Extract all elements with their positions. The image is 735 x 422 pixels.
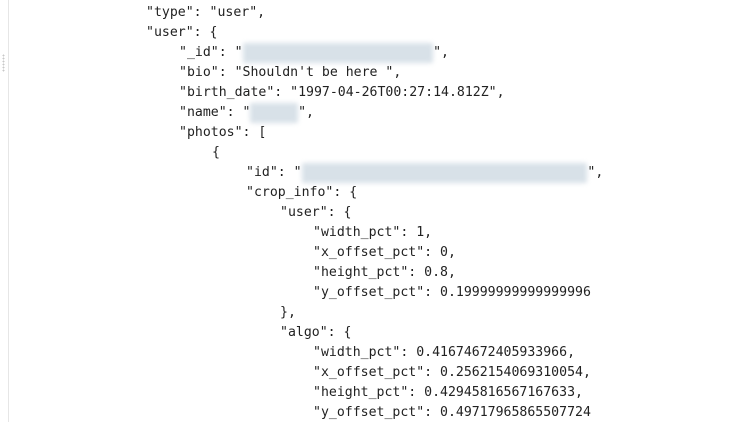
json-text: "user": { bbox=[146, 25, 218, 40]
json-text: "y_offset_pct": 0.19999999999999996 bbox=[313, 285, 591, 300]
json-text: "type": "user", bbox=[146, 5, 266, 20]
json-line: "height_pct": 0.8, bbox=[313, 263, 456, 283]
json-line: "birth_date": "1997-04-26T00:27:14.812Z"… bbox=[179, 83, 505, 103]
json-line: "name": "Linsey", bbox=[179, 103, 314, 123]
json-text: "x_offset_pct": 0.2562154069310054, bbox=[313, 365, 591, 380]
json-line: "user": { bbox=[146, 23, 217, 43]
json-text: "photos": [ bbox=[179, 125, 267, 140]
json-text: "width_pct": 0.41674672405933966, bbox=[313, 345, 576, 360]
json-line: "_id": "5e0fa0811be0000c00af2bd7", bbox=[179, 43, 449, 63]
json-text: "height_pct": 0.8, bbox=[313, 265, 456, 280]
json-text: "x_offset_pct": 0, bbox=[313, 245, 456, 260]
json-text: "bio": "Shouldn't be here ", bbox=[179, 65, 402, 80]
json-text: "width_pct": 1, bbox=[313, 225, 433, 240]
json-line: "photos": [ bbox=[179, 123, 266, 143]
json-line: { bbox=[212, 143, 220, 163]
left-gutter[interactable] bbox=[0, 0, 9, 422]
json-text: ", bbox=[587, 165, 604, 180]
json-text: ", bbox=[298, 105, 314, 120]
json-text: "birth_date": "1997-04-26T00:27:14.812Z"… bbox=[179, 85, 505, 100]
json-line: "crop_info": { bbox=[246, 183, 357, 203]
json-text: "_id": " bbox=[179, 45, 243, 60]
json-line: "x_offset_pct": 0.2562154069310054, bbox=[313, 363, 591, 383]
redacted-value: 5e0fa0811be0000c00af2bd7 bbox=[242, 43, 434, 63]
json-text: "user": { bbox=[280, 205, 352, 220]
json-text: "id": " bbox=[246, 165, 302, 180]
resize-grip-icon[interactable] bbox=[2, 54, 5, 72]
json-line: "y_offset_pct": 0.49717965865507724 bbox=[313, 403, 591, 422]
json-text: "algo": { bbox=[280, 325, 352, 340]
redacted-value: 07f3e64d-cdca-4db3-81d4-313fcc9072f9 bbox=[301, 163, 588, 183]
json-text: "name": " bbox=[179, 105, 251, 120]
json-line: "width_pct": 1, bbox=[313, 223, 432, 243]
json-viewer: "type": "user", "user": { "_id": "5e0fa081… bbox=[0, 0, 735, 422]
json-text: }, bbox=[280, 305, 296, 320]
json-line: }, bbox=[280, 303, 296, 323]
redacted-value: Linsey bbox=[250, 103, 299, 123]
json-line: "id": "07f3e64d-cdca-4db3-81d4-313fcc907… bbox=[246, 163, 603, 183]
json-text: ", bbox=[433, 45, 449, 60]
json-line: "y_offset_pct": 0.19999999999999996 bbox=[313, 283, 591, 303]
json-text: "crop_info": { bbox=[246, 185, 358, 200]
json-line: "height_pct": 0.42945816567167633, bbox=[313, 383, 583, 403]
json-text: "height_pct": 0.42945816567167633, bbox=[313, 385, 583, 400]
json-line: "bio": "Shouldn't be here ", bbox=[179, 63, 401, 83]
json-text: { bbox=[212, 145, 220, 160]
json-line: "x_offset_pct": 0, bbox=[313, 243, 456, 263]
json-line: "width_pct": 0.41674672405933966, bbox=[313, 343, 575, 363]
json-line: "type": "user", bbox=[146, 3, 265, 23]
json-line: "user": { bbox=[280, 203, 351, 223]
json-text: "y_offset_pct": 0.49717965865507724 bbox=[313, 405, 591, 420]
json-line: "algo": { bbox=[280, 323, 351, 343]
